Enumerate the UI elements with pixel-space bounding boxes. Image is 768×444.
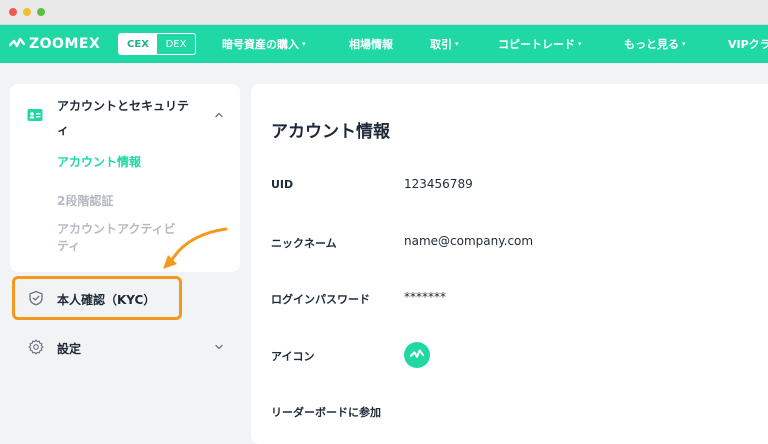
chevron-down-icon: ▾ [455,40,459,48]
annotation-arrow-icon [163,227,228,269]
uid-label: UID [271,178,294,191]
section-title-line2: ィ [57,123,70,137]
cex-tab[interactable]: CEX [119,34,157,54]
sidebar-item-kyc[interactable]: 本人確認（KYC） [57,291,155,308]
chevron-down-icon: ▾ [302,40,306,48]
login-password-label: ログインパスワード [271,293,370,306]
avatar-label: アイコン [271,350,315,363]
sidebar-account-security-title[interactable]: アカウントとセキュリテ ィ [57,97,189,138]
chevron-down-icon[interactable] [214,342,224,352]
chevron-down-icon: ▾ [682,40,686,48]
gear-icon [28,339,44,355]
nav-copy-trade-label: コピートレード [498,38,575,51]
nav-buy-crypto[interactable]: 暗号資産の購入 ▾ [222,36,306,52]
nav-more[interactable]: もっと見る ▾ [624,36,686,52]
page-title: アカウント情報 [271,122,390,142]
maximize-window-button[interactable] [37,8,45,16]
nav-buy-crypto-label: 暗号資産の購入 [222,38,299,51]
chevron-down-icon: ▾ [578,40,582,48]
cex-dex-toggle[interactable]: CEX DEX [118,33,196,55]
zoomex-logo[interactable]: ZOOMEX [9,35,100,53]
nickname-label: ニックネーム [271,237,337,250]
shield-check-icon [29,290,43,306]
nav-markets-label: 相場情報 [349,38,393,51]
sidebar-item-account-info[interactable]: アカウント情報 [57,153,141,170]
nav-vip-label: VIPクラ [728,38,768,51]
top-navbar: ZOOMEX CEX DEX 暗号資産の購入 ▾ 相場情報 取引 ▾ コピートレード… [0,25,768,63]
zoomex-logo-icon [9,37,25,48]
nav-trade[interactable]: 取引 ▾ [430,36,459,52]
close-window-button[interactable] [9,8,17,16]
login-password-value: ******* [404,290,446,304]
nickname-value: name@company.com [404,234,534,248]
logo-text: ZOOMEX [29,36,101,52]
zoomex-logo-icon [410,349,424,358]
chevron-up-icon[interactable] [214,110,224,120]
uid-value: 123456789 [404,177,473,191]
sidebar-item-2fa[interactable]: 2段階認証 [57,192,113,209]
nav-copy-trade[interactable]: コピートレード ▾ [498,36,582,52]
leaderboard-label: リーダーボードに参加 [271,406,381,419]
minimize-window-button[interactable] [23,8,31,16]
nav-trade-label: 取引 [430,38,452,51]
nav-markets[interactable]: 相場情報 [349,36,393,52]
sidebar-item-settings[interactable]: 設定 [57,340,81,357]
section-title-line1: アカウントとセキュリテ [57,99,190,113]
nav-more-label: もっと見る [624,38,679,51]
avatar[interactable] [404,342,430,368]
window-titlebar [0,0,768,25]
dex-tab[interactable]: DEX [157,34,195,54]
nav-vip[interactable]: VIPクラ [728,36,768,52]
id-card-icon [27,109,43,121]
